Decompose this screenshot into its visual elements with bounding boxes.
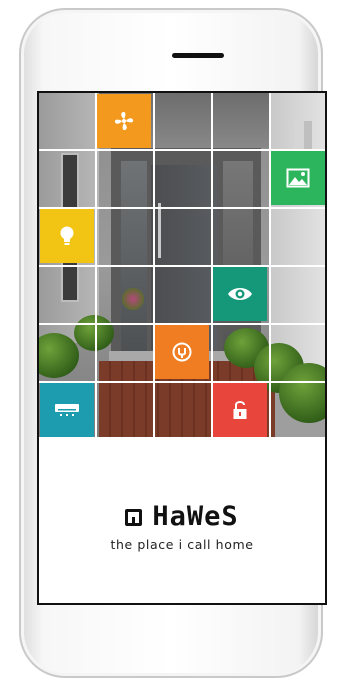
lock-tile[interactable] <box>213 383 267 437</box>
brand-block: HaWeS the place i call home <box>39 503 325 553</box>
gallery-tile[interactable] <box>271 151 325 205</box>
photo-door-glass-right <box>223 161 253 351</box>
power-tile[interactable] <box>155 325 209 379</box>
brand-logo: HaWeS <box>39 503 325 531</box>
photo-bush <box>74 315 114 351</box>
fan-icon <box>114 111 134 131</box>
image-icon <box>286 168 310 188</box>
photo-door-handle <box>158 203 161 258</box>
photo-door-glass-left <box>121 161 147 351</box>
phone-speaker <box>172 53 224 58</box>
climate-tile[interactable] <box>40 383 94 437</box>
brand-name: HaWeS <box>152 501 239 532</box>
photo-flower-pot <box>122 288 144 310</box>
fan-tile[interactable] <box>97 94 151 148</box>
lightbulb-icon <box>60 226 74 245</box>
brand-tagline: the place i call home <box>110 537 254 552</box>
logo-mark-icon <box>125 508 143 526</box>
app-screen: HaWeS the place i call home <box>37 91 327 605</box>
eye-icon <box>228 288 252 300</box>
camera-tile[interactable] <box>213 267 267 321</box>
padlock-icon <box>233 401 247 419</box>
air-conditioner-icon <box>55 404 79 416</box>
lighting-tile[interactable] <box>40 209 94 263</box>
power-icon <box>172 342 192 362</box>
